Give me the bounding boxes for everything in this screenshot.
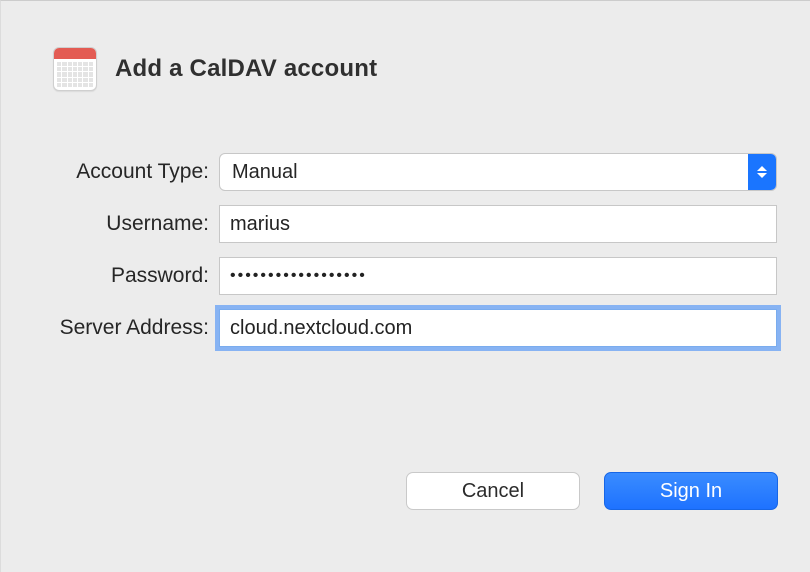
button-row: Cancel Sign In bbox=[406, 472, 778, 510]
calendar-icon bbox=[53, 47, 97, 91]
account-type-select[interactable] bbox=[219, 153, 777, 191]
username-label: Username: bbox=[1, 212, 219, 236]
password-input[interactable] bbox=[219, 257, 777, 295]
account-type-field-wrap bbox=[219, 153, 777, 191]
sheet-title: Add a CalDAV account bbox=[115, 55, 377, 83]
cancel-button[interactable]: Cancel bbox=[406, 472, 580, 510]
row-password: Password: bbox=[1, 257, 810, 295]
row-username: Username: bbox=[1, 205, 810, 243]
row-account-type: Account Type: bbox=[1, 153, 810, 191]
sign-in-button[interactable]: Sign In bbox=[604, 472, 778, 510]
server-address-input[interactable] bbox=[219, 309, 777, 347]
row-server-address: Server Address: bbox=[1, 309, 810, 347]
account-form: Account Type: Username: Password: Server… bbox=[1, 153, 810, 347]
account-type-label: Account Type: bbox=[1, 160, 219, 184]
server-address-label: Server Address: bbox=[1, 316, 219, 340]
add-caldav-sheet: Add a CalDAV account Account Type: Usern… bbox=[0, 0, 810, 572]
sheet-header: Add a CalDAV account bbox=[53, 47, 377, 91]
username-input[interactable] bbox=[219, 205, 777, 243]
password-label: Password: bbox=[1, 264, 219, 288]
